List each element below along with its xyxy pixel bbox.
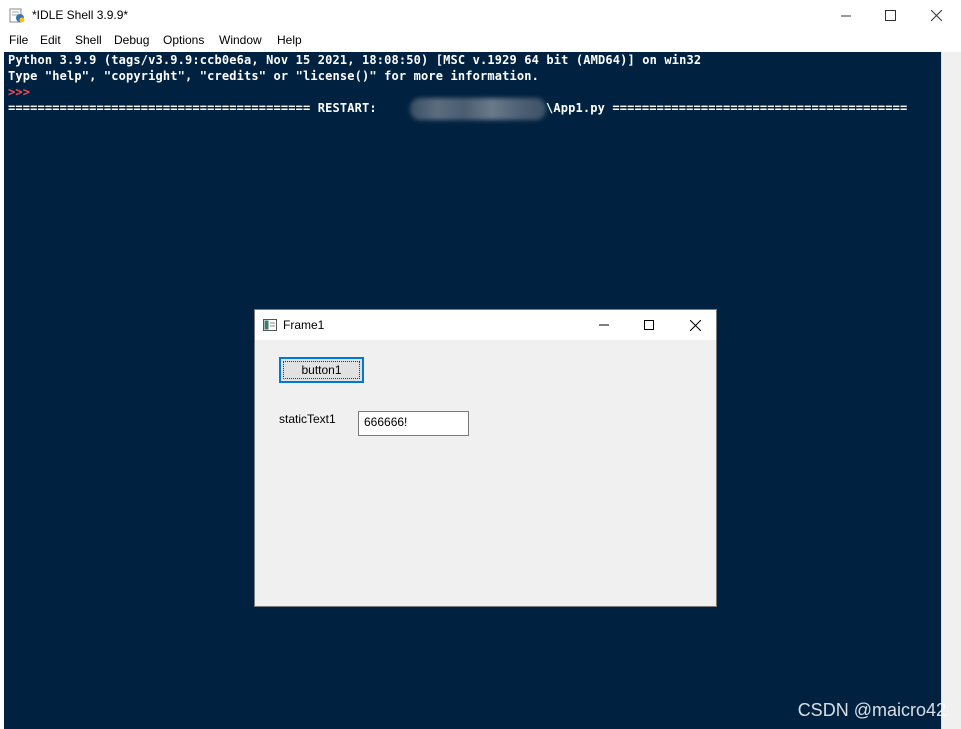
shell-banner-line: Python 3.9.9 (tags/v3.9.9:ccb0e6a, Nov 1…: [8, 53, 702, 67]
title-bar[interactable]: *IDLE Shell 3.9.9*: [0, 0, 961, 31]
window-app-icon: [263, 318, 277, 331]
button1[interactable]: button1: [279, 357, 364, 383]
redacted-path: [410, 98, 546, 120]
vertical-scrollbar[interactable]: [941, 52, 961, 729]
restart-line-right: \App1.py ===============================…: [546, 101, 908, 115]
frame-minimize-button[interactable]: [581, 310, 627, 340]
menu-debug[interactable]: Debug: [114, 33, 149, 47]
restart-line-left: ========================================…: [8, 101, 377, 115]
window-title: *IDLE Shell 3.9.9*: [32, 8, 129, 22]
maximize-icon: [644, 320, 654, 330]
close-icon: [930, 10, 942, 21]
python-idle-icon: [9, 7, 25, 23]
minimize-button[interactable]: [823, 0, 869, 31]
minimize-icon: [841, 15, 851, 16]
frame1-title: Frame1: [283, 318, 325, 332]
frame1-title-bar[interactable]: Frame1: [255, 310, 716, 340]
shell-prompt: >>>: [8, 85, 31, 99]
menu-bar: File Edit Shell Debug Options Window Hel…: [0, 31, 961, 51]
frame1-window: Frame1 button1 staticText1 666666!: [254, 309, 717, 607]
menu-help[interactable]: Help: [277, 33, 302, 47]
frame-close-button[interactable]: [672, 310, 718, 340]
maximize-button[interactable]: [867, 0, 913, 31]
frame-maximize-button[interactable]: [626, 310, 672, 340]
menu-edit[interactable]: Edit: [40, 33, 61, 47]
static-text-label: staticText1: [279, 412, 336, 426]
watermark: CSDN @maicro42: [797, 700, 946, 720]
shell-info-line: Type "help", "copyright", "credits" or "…: [8, 69, 539, 83]
focus-ring: [283, 361, 360, 379]
menu-options[interactable]: Options: [163, 33, 204, 47]
menu-window[interactable]: Window: [219, 33, 262, 47]
maximize-icon: [884, 10, 896, 21]
menu-shell[interactable]: Shell: [75, 33, 102, 47]
close-icon: [689, 319, 701, 331]
close-button[interactable]: [913, 0, 959, 31]
minimize-icon: [599, 324, 609, 326]
menu-file[interactable]: File: [9, 33, 28, 47]
text-field[interactable]: 666666!: [358, 411, 469, 436]
